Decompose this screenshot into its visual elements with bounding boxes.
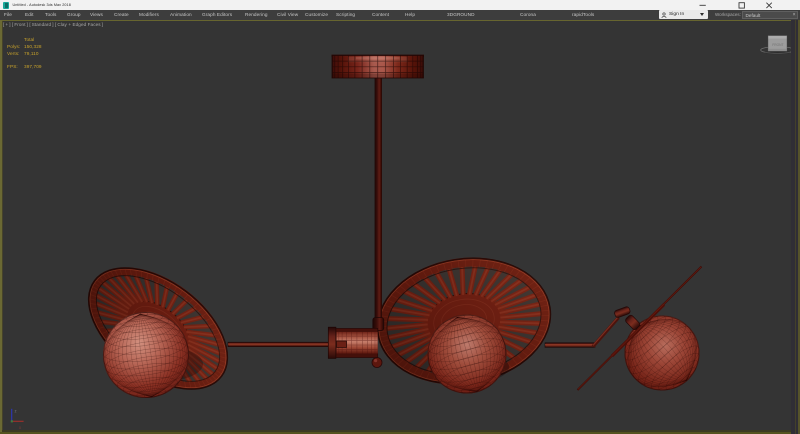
svg-text:FRONT: FRONT bbox=[772, 43, 783, 47]
svg-text:x: x bbox=[19, 425, 22, 430]
svg-text:z: z bbox=[15, 409, 17, 414]
